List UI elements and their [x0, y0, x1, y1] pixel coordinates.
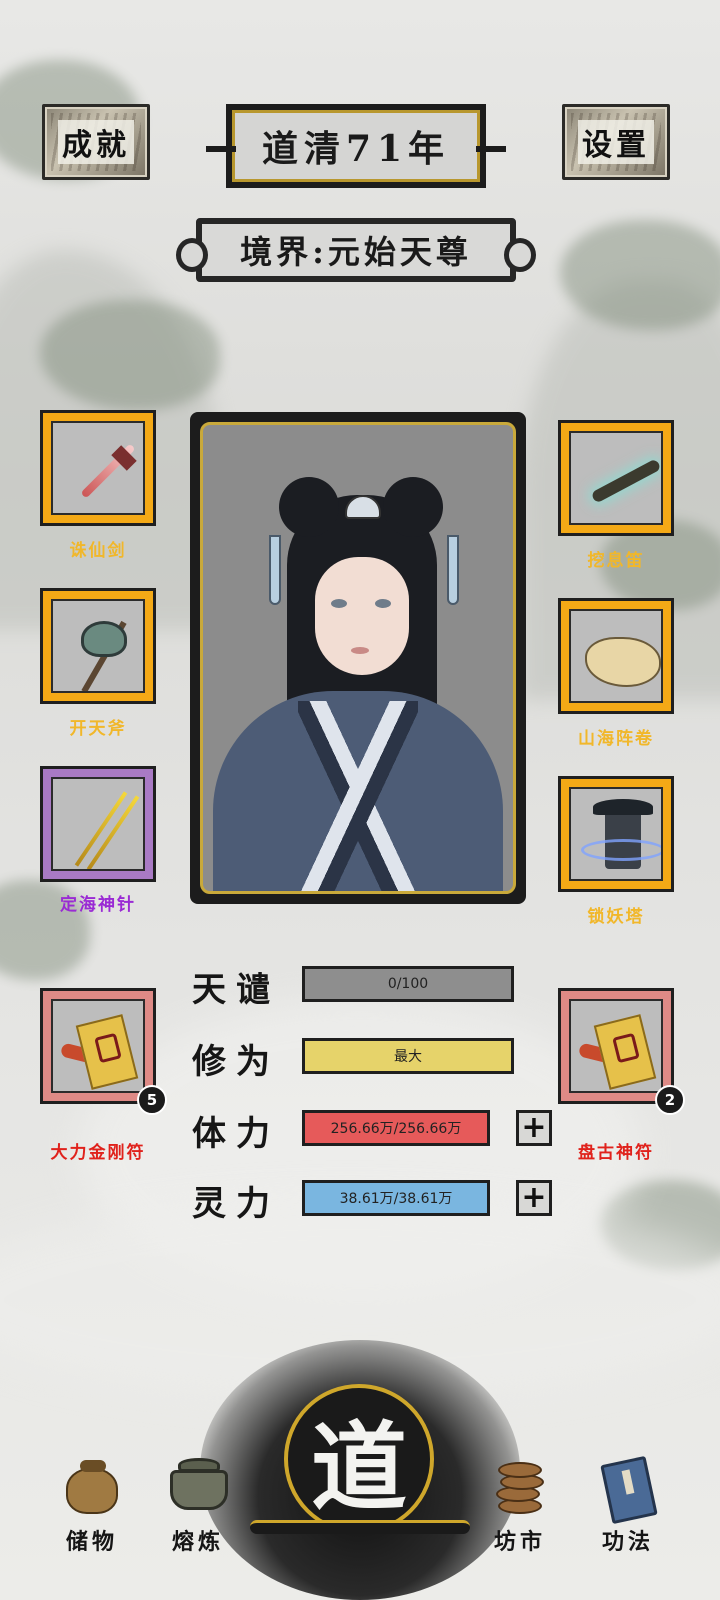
equip-slot-flute[interactable] [558, 420, 674, 536]
talisman-count-badge: 2 [655, 1085, 685, 1115]
stat-value-xiuwei: 最大 [394, 1049, 422, 1065]
flute-icon [590, 458, 661, 504]
stat-bar-tianqian: 0/100 [302, 966, 514, 1002]
talisman-slot-dali[interactable]: 5 [40, 988, 167, 1115]
talisman-icon [51, 999, 145, 1093]
equip-slot-zhuxian-sword[interactable] [40, 410, 156, 526]
nav-skills[interactable]: 功法 [580, 1454, 676, 1556]
realm-label: 境界:元始天尊 [240, 233, 472, 271]
character-portrait[interactable] [190, 412, 526, 904]
stat-bar-tili: 256.66万/256.66万 [302, 1110, 490, 1146]
equip-slot-kaitian-axe[interactable] [40, 588, 156, 704]
talisman-count-badge: 5 [137, 1085, 167, 1115]
equip-label-zhuxian-sword: 诛仙剑 [69, 541, 127, 561]
nav-smelt[interactable]: 熔炼 [150, 1454, 246, 1556]
nav-market[interactable]: 坊市 [472, 1454, 568, 1556]
realm-plaque: 境界:元始天尊 [176, 218, 536, 282]
nav-market-label: 坊市 [493, 1529, 546, 1555]
equip-label-dinghai-needle: 定海神针 [60, 895, 136, 915]
stat-bar-lingli: 38.61万/38.61万 [302, 1180, 490, 1216]
year-label: 道清71年 [261, 128, 451, 170]
nav-dao-label: 道 [311, 1410, 407, 1524]
stat-bar-xiuwei: 最大 [302, 1038, 514, 1074]
stat-label-xiuwei: 修为 [192, 1042, 280, 1082]
talisman-icon [569, 999, 663, 1093]
equip-slot-dinghai-needle[interactable] [40, 766, 156, 882]
add-tili-button[interactable]: + [516, 1110, 552, 1146]
bag-icon [56, 1454, 128, 1518]
equip-label-flute: 挖息笛 [587, 551, 645, 571]
book-icon [592, 1454, 664, 1525]
stat-value-tili: 256.66万/256.66万 [330, 1121, 462, 1137]
achievements-button[interactable]: 成就 [42, 104, 150, 180]
nav-storage[interactable]: 储物 [44, 1454, 140, 1556]
axe-icon [81, 621, 127, 657]
talisman-label-pangu: 盘古神符 [578, 1143, 654, 1163]
achievements-label: 成就 [58, 120, 134, 164]
coins-icon [484, 1454, 556, 1518]
stat-label-tianqian: 天谴 [192, 970, 280, 1010]
equip-label-suoyao-pagoda: 锁妖塔 [587, 907, 645, 927]
settings-label: 设置 [578, 120, 654, 164]
stat-label-tili: 体力 [192, 1114, 280, 1154]
stat-value-lingli: 38.61万/38.61万 [339, 1191, 453, 1207]
add-lingli-button[interactable]: + [516, 1180, 552, 1216]
stat-label-lingli: 灵力 [192, 1184, 280, 1224]
character-avatar [200, 422, 516, 894]
year-plaque: 道清71年 [206, 106, 506, 186]
nav-skills-label: 功法 [601, 1529, 654, 1555]
pagoda-icon [569, 787, 663, 881]
nav-smelt-label: 熔炼 [171, 1529, 224, 1555]
settings-button[interactable]: 设置 [562, 104, 670, 180]
talisman-label-dali: 大力金刚符 [50, 1143, 146, 1163]
equip-slot-shanhai-scroll[interactable] [558, 598, 674, 714]
needle-icon [51, 777, 145, 871]
talisman-slot-pangu[interactable]: 2 [558, 988, 685, 1115]
nav-storage-label: 储物 [65, 1529, 118, 1555]
scroll-map-icon [585, 637, 661, 687]
equip-label-shanhai-scroll: 山海阵卷 [578, 729, 654, 749]
cauldron-icon [162, 1454, 234, 1518]
equip-label-kaitian-axe: 开天斧 [69, 719, 127, 739]
stat-value-tianqian: 0/100 [387, 976, 429, 992]
dao-base-decoration [250, 1520, 470, 1534]
equip-slot-suoyao-pagoda[interactable] [558, 776, 674, 892]
nav-dao-button[interactable]: 道 [284, 1384, 434, 1534]
